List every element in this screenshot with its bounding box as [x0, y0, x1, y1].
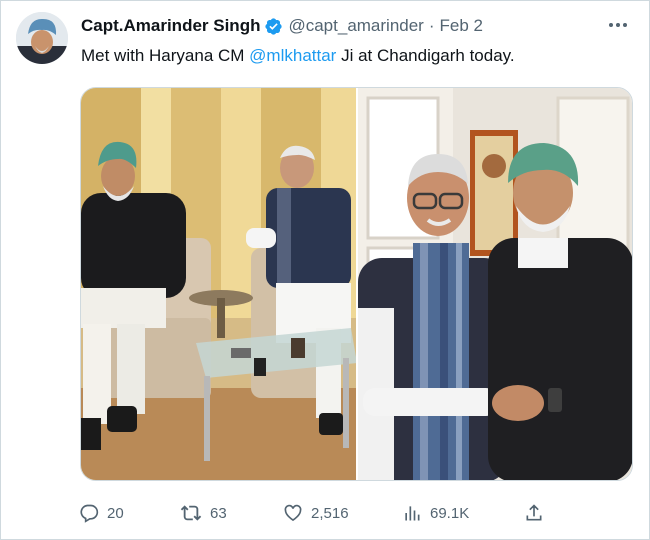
retweet-button[interactable]: 63 [180, 500, 227, 526]
view-count: 69.1K [430, 504, 470, 522]
tweet-date[interactable]: Feb 2 [440, 16, 483, 36]
like-icon [283, 503, 303, 523]
avatar[interactable] [16, 12, 68, 64]
views-icon [402, 503, 422, 523]
photo-handshake[interactable] [358, 88, 632, 480]
tweet-text: Met with Haryana CM @mlkhattar Ji at Cha… [81, 45, 515, 67]
tweet-text-after: Ji at Chandigarh today. [336, 46, 515, 65]
media-grid [80, 87, 633, 481]
views-button[interactable]: 69.1K [402, 500, 469, 526]
author-handle[interactable]: @capt_amarinder [288, 16, 423, 36]
tweet-text-before: Met with Haryana CM [81, 46, 250, 65]
more-icon[interactable] [607, 15, 629, 35]
reply-count: 20 [107, 504, 124, 522]
share-icon [524, 503, 544, 523]
verified-badge-icon [264, 17, 283, 36]
tweet-card[interactable]: Capt.Amarinder Singh @capt_amarinder · F… [0, 0, 650, 540]
retweet-count: 63 [210, 504, 227, 522]
reply-icon [79, 503, 99, 523]
photo-meeting-seated[interactable] [81, 88, 356, 480]
retweet-icon [180, 503, 202, 523]
author-name[interactable]: Capt.Amarinder Singh [81, 16, 260, 36]
mention-link[interactable]: @mlkhattar [249, 46, 336, 65]
tweet-header: Capt.Amarinder Singh @capt_amarinder · F… [81, 14, 483, 38]
tweet-actions: 20 63 2,516 69.1K [79, 500, 559, 526]
like-count: 2,516 [311, 504, 349, 522]
separator-dot: · [428, 16, 435, 35]
avatar-image [16, 12, 68, 64]
share-button[interactable] [524, 500, 544, 526]
reply-button[interactable]: 20 [79, 500, 124, 526]
like-button[interactable]: 2,516 [283, 500, 349, 526]
